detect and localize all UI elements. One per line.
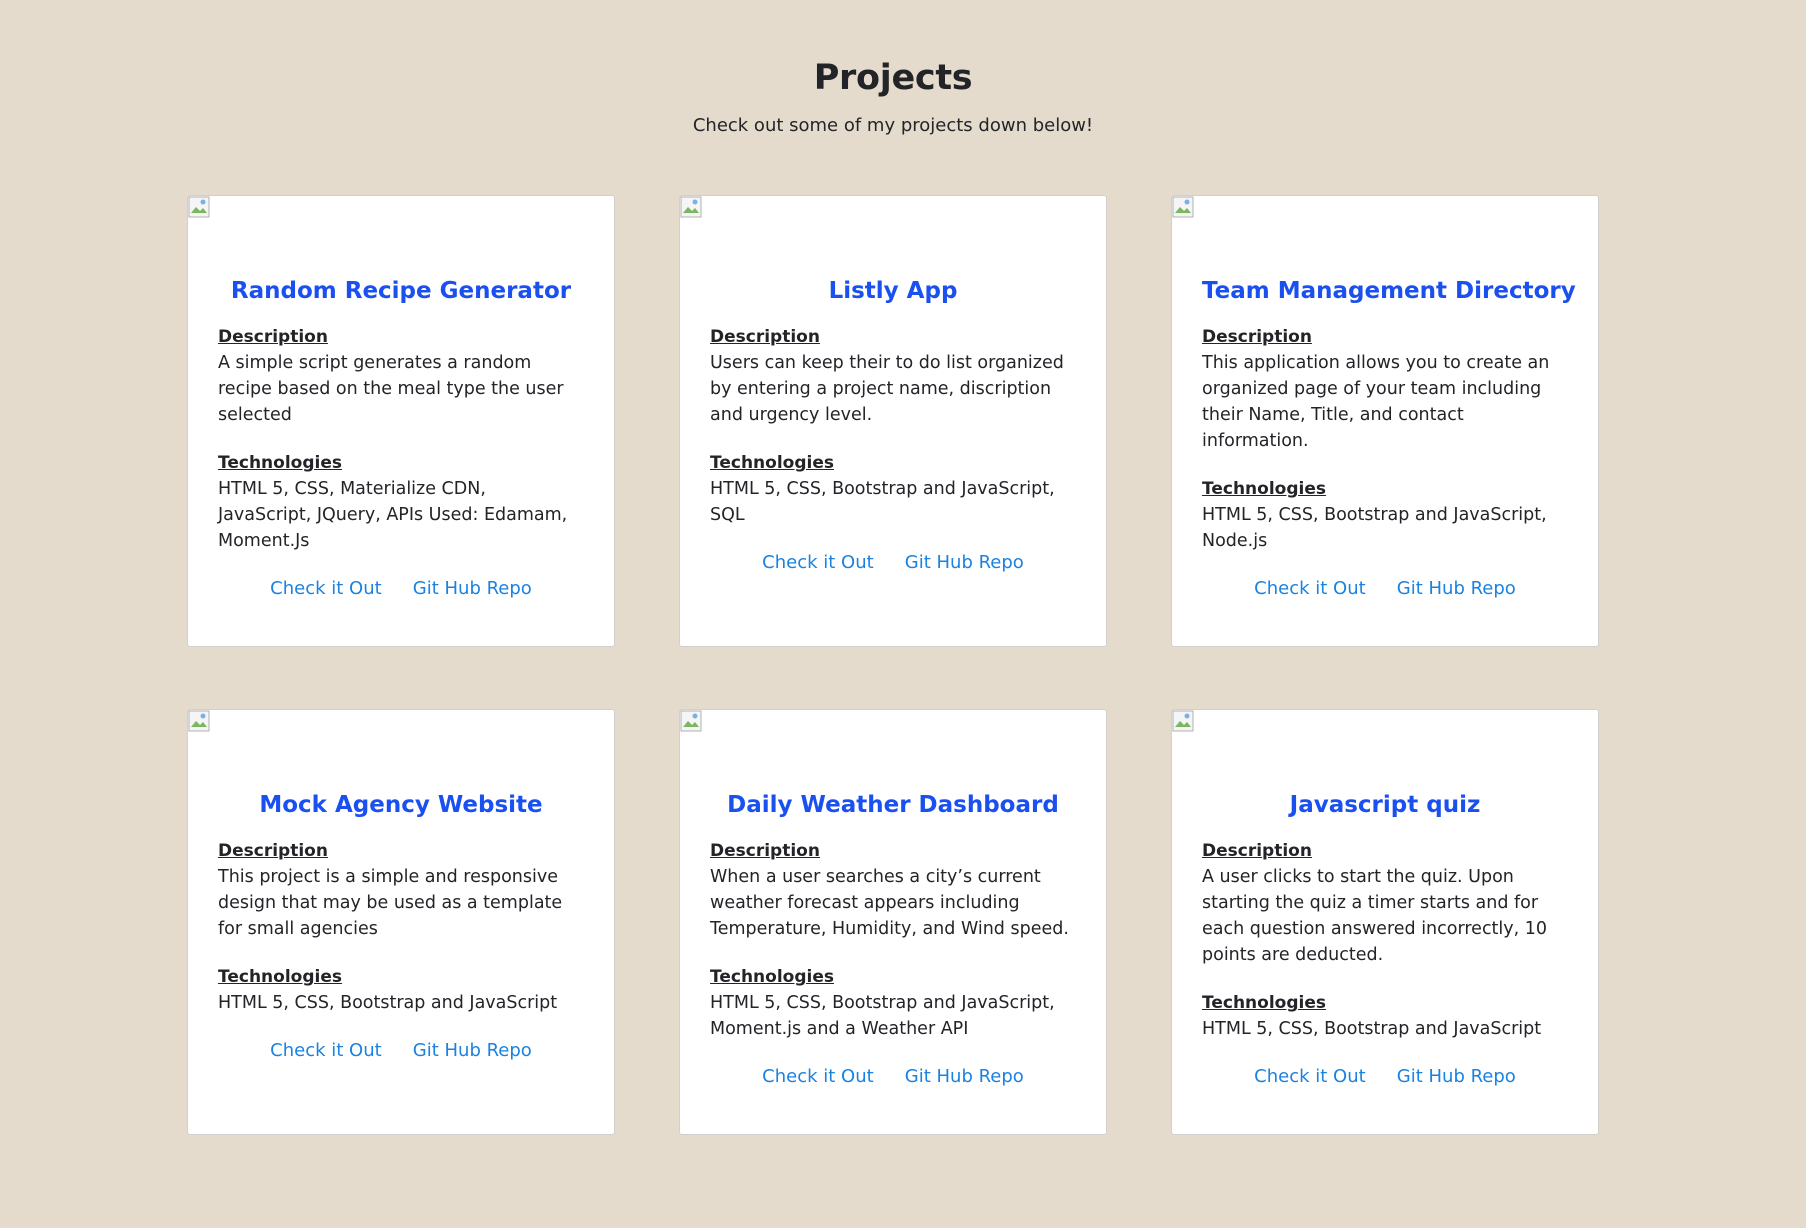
description-label: Description xyxy=(710,327,820,347)
project-description: A user clicks to start the quiz. Upon st… xyxy=(1202,867,1548,965)
project-links: Check it Out Git Hub Repo xyxy=(710,1066,1076,1087)
project-card: Javascript quiz Description A user click… xyxy=(1171,709,1599,1135)
project-technologies: HTML 5, CSS, Materialize CDN, JavaScript… xyxy=(218,479,568,551)
project-links: Check it Out Git Hub Repo xyxy=(1202,1066,1568,1087)
technologies-label: Technologies xyxy=(1202,993,1326,1013)
project-description: This project is a simple and responsive … xyxy=(218,867,563,939)
broken-image-icon xyxy=(1172,710,1194,732)
broken-image-icon xyxy=(188,710,210,732)
project-card: Mock Agency Website Description This pro… xyxy=(187,709,615,1135)
technologies-label: Technologies xyxy=(710,453,834,473)
description-label: Description xyxy=(218,327,328,347)
project-links: Check it Out Git Hub Repo xyxy=(1202,578,1568,599)
project-card: Listly App Description Users can keep th… xyxy=(679,195,1107,647)
project-links: Check it Out Git Hub Repo xyxy=(710,552,1076,573)
check-it-out-link[interactable]: Check it Out xyxy=(762,1066,874,1087)
project-technologies: HTML 5, CSS, Bootstrap and JavaScript xyxy=(1202,1019,1542,1039)
github-repo-link[interactable]: Git Hub Repo xyxy=(413,1040,532,1061)
technologies-label: Technologies xyxy=(218,967,342,987)
project-title: Team Management Directory xyxy=(1202,278,1576,304)
technologies-label: Technologies xyxy=(218,453,342,473)
check-it-out-link[interactable]: Check it Out xyxy=(1254,578,1366,599)
broken-image-icon xyxy=(1172,196,1194,218)
check-it-out-link[interactable]: Check it Out xyxy=(270,578,382,599)
project-description: When a user searches a city’s current we… xyxy=(710,867,1069,939)
broken-image-icon xyxy=(680,196,702,218)
project-description: A simple script generates a random recip… xyxy=(218,353,564,425)
github-repo-link[interactable]: Git Hub Repo xyxy=(1397,1066,1516,1087)
project-description: This application allows you to create an… xyxy=(1202,353,1550,451)
broken-image-icon xyxy=(188,196,210,218)
project-card: Random Recipe Generator Description A si… xyxy=(187,195,615,647)
project-card: Team Management Directory Description Th… xyxy=(1171,195,1599,647)
project-description: Users can keep their to do list organize… xyxy=(710,353,1064,425)
github-repo-link[interactable]: Git Hub Repo xyxy=(1397,578,1516,599)
technologies-label: Technologies xyxy=(710,967,834,987)
description-label: Description xyxy=(1202,841,1312,861)
description-label: Description xyxy=(710,841,820,861)
technologies-label: Technologies xyxy=(1202,479,1326,499)
project-links: Check it Out Git Hub Repo xyxy=(218,578,584,599)
broken-image-icon xyxy=(680,710,702,732)
projects-header: Projects Check out some of my projects d… xyxy=(0,58,1786,136)
description-label: Description xyxy=(218,841,328,861)
project-title: Listly App xyxy=(828,278,958,304)
project-title: Javascript quiz xyxy=(1289,792,1481,818)
github-repo-link[interactable]: Git Hub Repo xyxy=(413,578,532,599)
github-repo-link[interactable]: Git Hub Repo xyxy=(905,552,1024,573)
check-it-out-link[interactable]: Check it Out xyxy=(1254,1066,1366,1087)
project-title: Random Recipe Generator xyxy=(230,278,572,304)
page-subtitle: Check out some of my projects down below… xyxy=(692,115,1094,136)
github-repo-link[interactable]: Git Hub Repo xyxy=(905,1066,1024,1087)
project-title: Mock Agency Website xyxy=(259,792,543,818)
check-it-out-link[interactable]: Check it Out xyxy=(270,1040,382,1061)
project-technologies: HTML 5, CSS, Bootstrap and JavaScript, N… xyxy=(1202,505,1547,551)
project-card: Daily Weather Dashboard Description When… xyxy=(679,709,1107,1135)
page-title: Projects xyxy=(813,58,973,98)
project-technologies: HTML 5, CSS, Bootstrap and JavaScript, S… xyxy=(710,479,1055,525)
description-label: Description xyxy=(1202,327,1312,347)
project-title: Daily Weather Dashboard xyxy=(727,792,1059,818)
check-it-out-link[interactable]: Check it Out xyxy=(762,552,874,573)
project-technologies: HTML 5, CSS, Bootstrap and JavaScript xyxy=(218,993,558,1013)
project-technologies: HTML 5, CSS, Bootstrap and JavaScript, M… xyxy=(710,993,1055,1039)
project-links: Check it Out Git Hub Repo xyxy=(218,1040,584,1061)
